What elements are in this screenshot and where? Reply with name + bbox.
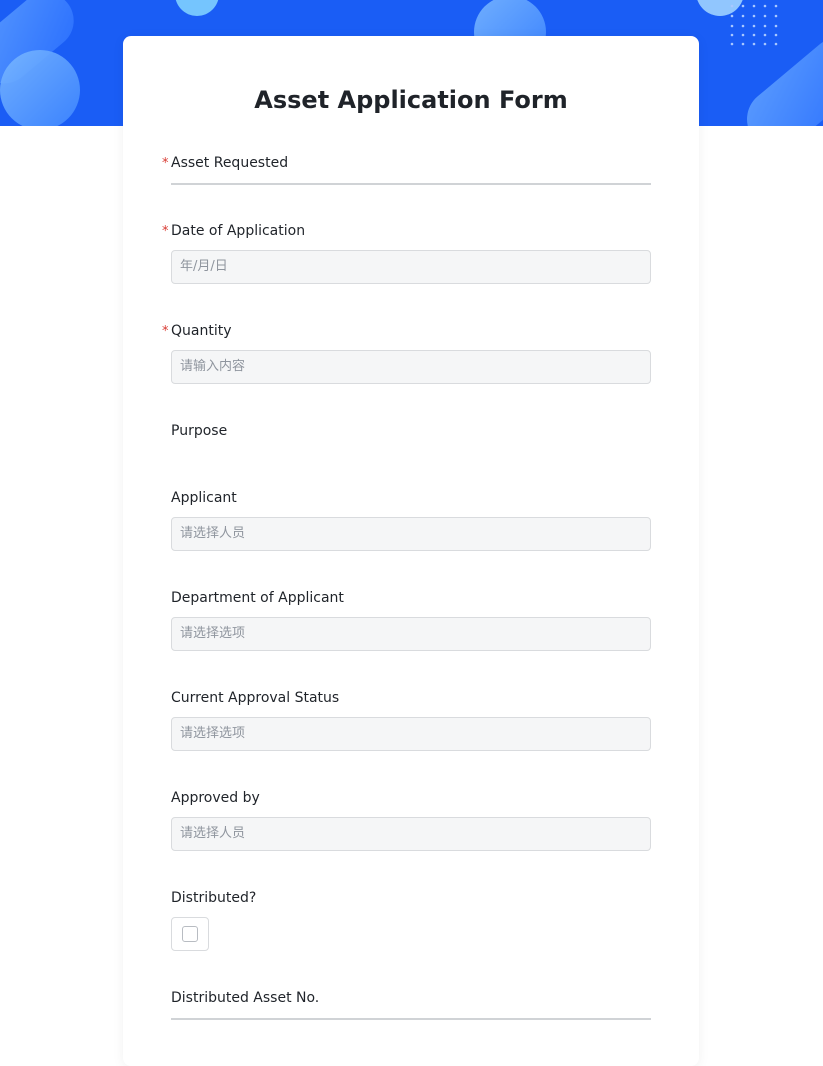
field-label: Purpose	[171, 422, 651, 440]
form-title: Asset Application Form	[254, 86, 568, 114]
date-of-application-input[interactable]: 年/月/日	[171, 250, 651, 284]
field-department-of-applicant: Department of Applicant 请选择选项	[171, 589, 651, 651]
department-placeholder: 请选择选项	[180, 626, 246, 641]
applicant-placeholder: 请选择人员	[180, 526, 246, 541]
field-label-text: Distributed?	[171, 890, 257, 906]
field-label: Distributed?	[171, 889, 651, 907]
field-label-text: Distributed Asset No.	[171, 990, 320, 1006]
field-date-of-application: * Date of Application 年/月/日	[162, 222, 651, 284]
field-approved-by: Approved by 请选择人员	[171, 789, 651, 851]
field-label-text: Quantity	[171, 323, 232, 339]
field-current-approval-status: Current Approval Status 请选择选项	[171, 689, 651, 751]
field-label-text: Department of Applicant	[171, 590, 344, 606]
quantity-placeholder: 请输入内容	[180, 359, 246, 374]
field-label-text: Purpose	[171, 423, 228, 439]
field-quantity: * Quantity 请输入内容	[162, 322, 651, 384]
required-mark: *	[162, 324, 169, 339]
required-mark: *	[162, 224, 169, 239]
field-label-text: Asset Requested	[171, 155, 289, 171]
field-label: Current Approval Status	[171, 689, 651, 707]
field-label: Distributed Asset No.	[171, 989, 651, 1007]
quantity-input[interactable]: 请输入内容	[171, 350, 651, 384]
form-card: Asset Application Form * Asset Requested…	[123, 36, 699, 1066]
distributed-checkbox-container[interactable]	[171, 917, 209, 951]
field-distributed-asset-no: Distributed Asset No.	[171, 989, 651, 1020]
asset-requested-input[interactable]	[171, 183, 651, 185]
field-label: * Date of Application	[162, 222, 651, 240]
approval-status-select[interactable]: 请选择选项	[171, 717, 651, 751]
required-mark: *	[162, 156, 169, 171]
field-asset-requested: * Asset Requested	[162, 154, 651, 185]
applicant-select[interactable]: 请选择人员	[171, 517, 651, 551]
approval-status-placeholder: 请选择选项	[180, 726, 246, 741]
field-label: * Quantity	[162, 322, 651, 340]
field-label-text: Date of Application	[171, 223, 306, 239]
field-purpose: Purpose	[171, 422, 651, 470]
approved-by-placeholder: 请选择人员	[180, 826, 246, 841]
field-label-text: Applicant	[171, 490, 237, 506]
approved-by-select[interactable]: 请选择人员	[171, 817, 651, 851]
field-distributed: Distributed?	[171, 889, 651, 951]
field-label: Department of Applicant	[171, 589, 651, 607]
field-label-text: Approved by	[171, 790, 260, 806]
date-placeholder: 年/月/日	[180, 259, 228, 274]
field-label: * Asset Requested	[162, 154, 651, 172]
purpose-input[interactable]	[171, 440, 651, 470]
department-select[interactable]: 请选择选项	[171, 617, 651, 651]
field-label-text: Current Approval Status	[171, 690, 340, 706]
distributed-checkbox[interactable]	[182, 926, 198, 942]
field-applicant: Applicant 请选择人员	[171, 489, 651, 551]
distributed-asset-no-input[interactable]	[171, 1018, 651, 1020]
field-label: Approved by	[171, 789, 651, 807]
field-label: Applicant	[171, 489, 651, 507]
